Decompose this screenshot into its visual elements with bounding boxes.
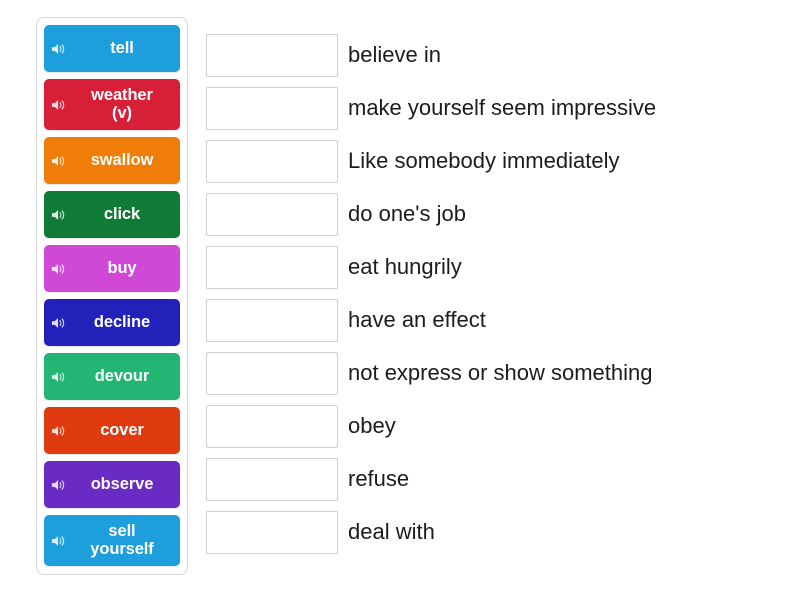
drop-target[interactable] <box>206 87 338 130</box>
definition-text: have an effect <box>348 307 486 333</box>
tile-label: click <box>103 204 141 223</box>
tile-label: tell <box>110 38 134 57</box>
answer-row: eat hungrily <box>206 245 656 290</box>
draggable-tile[interactable]: tell <box>44 25 180 72</box>
speaker-icon[interactable] <box>51 262 66 276</box>
tile-label: weather (v) <box>91 86 153 122</box>
answer-row: believe in <box>206 33 656 78</box>
answer-rows: believe in make yourself seem impressive L… <box>206 17 656 555</box>
drop-target[interactable] <box>206 246 338 289</box>
drop-target[interactable] <box>206 458 338 501</box>
draggable-tile[interactable]: devour <box>44 353 180 400</box>
draggable-tile[interactable]: decline <box>44 299 180 346</box>
tile-label: observe <box>90 474 154 493</box>
draggable-tile[interactable]: click <box>44 191 180 238</box>
definition-text: Like somebody immediately <box>348 148 620 174</box>
tile-label: buy <box>107 258 137 277</box>
definition-text: deal with <box>348 519 435 545</box>
speaker-icon[interactable] <box>51 208 66 222</box>
tile-label: decline <box>93 312 151 331</box>
answer-row: not express or show something <box>206 351 656 396</box>
draggable-tile[interactable]: sell yourself <box>44 515 180 566</box>
drop-target[interactable] <box>206 405 338 448</box>
definition-text: not express or show something <box>348 360 653 386</box>
answer-row: do one's job <box>206 192 656 237</box>
draggable-tile[interactable]: swallow <box>44 137 180 184</box>
answer-row: make yourself seem impressive <box>206 86 656 131</box>
speaker-icon[interactable] <box>51 42 66 56</box>
speaker-icon[interactable] <box>51 478 66 492</box>
tile-label: swallow <box>90 150 154 169</box>
speaker-icon[interactable] <box>51 154 66 168</box>
answer-row: refuse <box>206 457 656 502</box>
speaker-icon[interactable] <box>51 370 66 384</box>
speaker-icon[interactable] <box>51 424 66 438</box>
answer-row: have an effect <box>206 298 656 343</box>
match-up-activity: tell weather (v) swallow click buy decline dev… <box>0 0 800 600</box>
drop-target[interactable] <box>206 193 338 236</box>
definition-text: obey <box>348 413 396 439</box>
draggable-tile-panel: tell weather (v) swallow click buy decline dev… <box>36 17 188 575</box>
speaker-icon[interactable] <box>51 98 66 112</box>
definition-text: eat hungrily <box>348 254 462 280</box>
drop-target[interactable] <box>206 140 338 183</box>
tile-label: cover <box>100 420 144 439</box>
definition-text: make yourself seem impressive <box>348 95 657 121</box>
drop-target[interactable] <box>206 511 338 554</box>
definition-text: believe in <box>348 42 441 68</box>
drop-target[interactable] <box>206 299 338 342</box>
speaker-icon[interactable] <box>51 316 66 330</box>
definition-text: do one's job <box>348 201 466 227</box>
answer-row: Like somebody immediately <box>206 139 656 184</box>
draggable-tile[interactable]: buy <box>44 245 180 292</box>
answer-row: obey <box>206 404 656 449</box>
definition-text: refuse <box>348 466 410 492</box>
drop-target[interactable] <box>206 34 338 77</box>
answer-row: deal with <box>206 510 656 555</box>
drop-target[interactable] <box>206 352 338 395</box>
draggable-tile[interactable]: weather (v) <box>44 79 180 130</box>
draggable-tile[interactable]: observe <box>44 461 180 508</box>
draggable-tile[interactable]: cover <box>44 407 180 454</box>
tile-label: sell yourself <box>90 522 154 558</box>
speaker-icon[interactable] <box>51 534 66 548</box>
tile-label: devour <box>94 366 150 385</box>
